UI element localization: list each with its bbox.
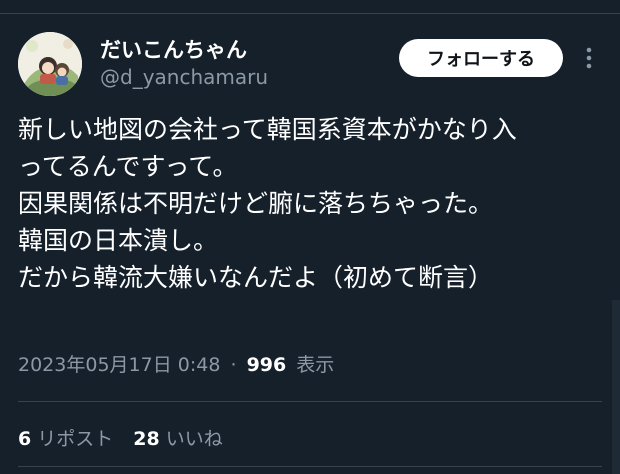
avatar[interactable] <box>18 32 82 96</box>
tweet-timestamp[interactable]: 2023年05月17日 0:48 <box>18 354 220 376</box>
stats-divider-bottom <box>18 466 602 467</box>
tweet-line: 因果関係は不明だけど腑に落ちちゃった。 <box>18 189 494 218</box>
views-label: 表示 <box>296 354 335 376</box>
tweet-text: 新しい地図の会社って韓国系資本がかなり入 ってるんですって。 因果関係は不明だけ… <box>18 111 603 296</box>
meta-separator: · <box>230 354 237 376</box>
likes-label: いいね <box>165 428 223 450</box>
author-display-name[interactable]: だいこんちゃん <box>100 34 247 64</box>
stats-divider-top <box>18 401 602 402</box>
tweet-line: 新しい地図の会社って韓国系資本がかなり入 <box>18 115 517 144</box>
illustrated-avatar-icon <box>18 32 82 96</box>
more-vertical-icon[interactable] <box>579 44 599 72</box>
reposts-count: 6 <box>18 428 32 450</box>
tweet-line: だから韓流大嫌いなんだよ（初めて断言） <box>18 263 494 292</box>
author-handle[interactable]: @d_yanchamaru <box>100 65 268 89</box>
likes-stat[interactable]: 28 いいね <box>133 428 222 450</box>
tweet-meta: 2023年05月17日 0:48 · 996 表示 <box>18 350 334 377</box>
engagement-stats: 6 リポスト 28 いいね <box>18 424 223 451</box>
views-count: 996 <box>246 354 287 376</box>
reposts-stat[interactable]: 6 リポスト <box>18 428 113 450</box>
likes-count: 28 <box>133 428 160 450</box>
tweet-line: 韓国の日本潰し。 <box>18 226 219 255</box>
follow-button[interactable]: フォローする <box>399 39 563 77</box>
scrollbar[interactable] <box>612 300 620 474</box>
reposts-label: リポスト <box>37 428 114 450</box>
top-divider <box>0 0 620 14</box>
tweet-line: ってるんですって。 <box>18 152 238 181</box>
